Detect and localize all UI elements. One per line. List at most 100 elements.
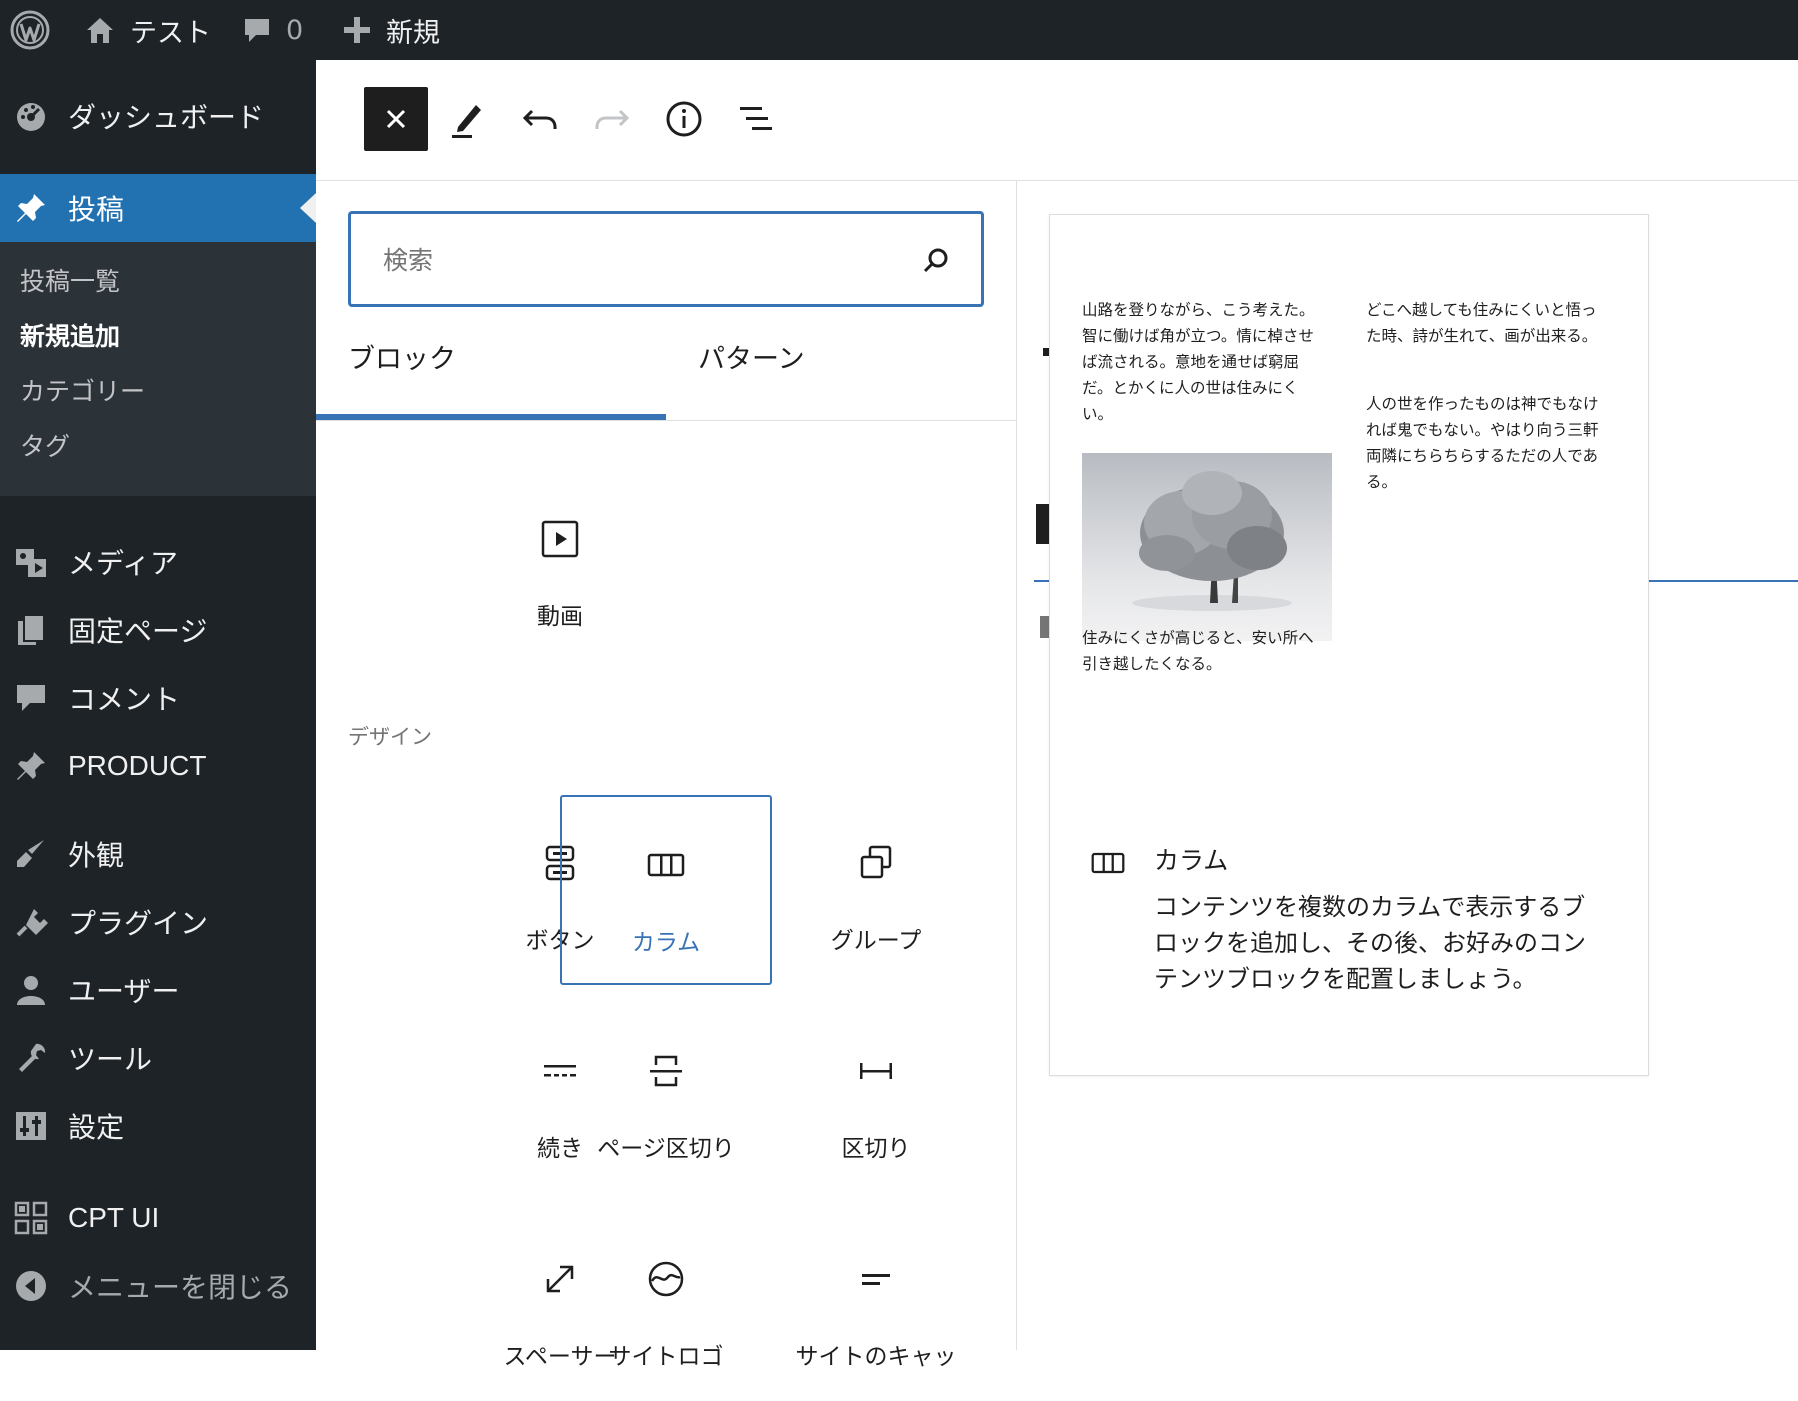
media-icon (16, 549, 46, 577)
block-item-label: 区切り (841, 1136, 911, 1162)
block-item-label: サイトロゴ (608, 1344, 724, 1370)
tools-button[interactable] (436, 87, 500, 151)
pencil-icon (452, 105, 481, 138)
sidebar-item-label: コメント (68, 683, 181, 716)
submenu-all-posts[interactable]: 投稿一覧 (20, 262, 120, 298)
posts-submenu: 投稿一覧 新規追加 カテゴリー タグ (0, 242, 316, 496)
sidebar-item-comments[interactable]: コメント (0, 664, 316, 732)
sidebar-item-product[interactable]: PRODUCT (0, 732, 316, 800)
sidebar-item-dashboard[interactable]: ダッシュボード (0, 82, 316, 150)
block-inserter-panel: ブロック パターン 動画 デザイン ボタン カラム グ (316, 181, 1017, 1370)
block-description-title: カラム (1154, 846, 1229, 875)
comment-icon (245, 19, 269, 42)
admin-sidebar: ダッシュボード 投稿 投稿一覧 新規追加 カテゴリー タグ メディア 固定ページ (0, 60, 316, 1350)
sidebar-item-plugins[interactable]: プラグイン (0, 888, 316, 956)
admin-bar: テスト 0 新規 (0, 0, 1798, 60)
sidebar-item-pages[interactable]: 固定ページ (0, 596, 316, 664)
sidebar-item-posts[interactable]: 投稿 (0, 174, 316, 242)
block-preview-card: 山路を登りながら、こう考えた。智に働けば角が立つ。情に棹させば流される。意地を通… (1049, 214, 1649, 1076)
sidebar-item-media[interactable]: メディア (0, 528, 316, 596)
sidebar-item-label: プラグイン (68, 907, 209, 940)
preview-column1-paragraph2: 住みにくさが高じると、安い所へ引き越したくなる。 (1082, 629, 1314, 673)
site-name-link[interactable]: テスト (84, 0, 211, 60)
redo-button[interactable] (580, 87, 644, 151)
block-search-input[interactable] (381, 232, 905, 288)
editor-fragment (1034, 580, 1049, 582)
dashboard-icon (17, 103, 45, 131)
home-icon (87, 18, 113, 43)
wordpress-icon (10, 10, 50, 50)
redo-icon (595, 109, 630, 129)
list-view-icon (740, 107, 772, 130)
tab-patterns[interactable]: パターン (698, 311, 805, 401)
comment-icon (17, 685, 45, 711)
new-content-label: 新規 (386, 17, 440, 49)
block-item-label: サイトのキャッ (795, 1344, 957, 1370)
list-view-button[interactable] (724, 87, 788, 151)
group-icon (860, 845, 892, 879)
comments-link[interactable]: 0 (242, 0, 303, 60)
block-item-site-tagline[interactable]: サイトのキャッ (770, 1211, 982, 1401)
editor-fragment (1036, 504, 1049, 544)
columns-icon (1091, 852, 1125, 874)
plugin-icon (16, 909, 48, 937)
editor-fragment (1649, 580, 1798, 582)
page-break-icon (650, 1055, 682, 1087)
sidebar-item-appearance[interactable]: 外観 (0, 820, 316, 888)
details-button[interactable] (652, 87, 716, 151)
info-icon (666, 101, 702, 137)
collapse-menu-button[interactable]: メニューを閉じる (0, 1252, 316, 1320)
block-item-group[interactable]: グループ (770, 795, 982, 985)
block-item-columns[interactable]: カラム (560, 795, 772, 985)
columns-icon (647, 853, 685, 877)
block-item-page-break[interactable]: ページ区切り (560, 1003, 772, 1193)
plus-icon (344, 17, 370, 43)
sidebar-item-cpt-ui[interactable]: CPT UI (0, 1184, 316, 1252)
sidebar-item-label: CPT UI (68, 1202, 160, 1233)
sidebar-item-label: ダッシュボード (68, 101, 265, 134)
close-inserter-button[interactable] (364, 87, 428, 151)
sidebar-item-label: ユーザー (68, 975, 180, 1008)
block-item-video[interactable]: 動画 (454, 471, 666, 661)
settings-sliders-icon (16, 1112, 46, 1140)
sidebar-item-settings[interactable]: 設定 (0, 1092, 316, 1160)
submenu-add-new[interactable]: 新規追加 (20, 317, 120, 353)
block-item-label: カラム (631, 930, 701, 956)
sidebar-item-tools[interactable]: ツール (0, 1024, 316, 1092)
sidebar-item-label: 外観 (68, 839, 125, 872)
block-description-text: コンテンツを複数のカラムで表示するブロックを追加し、その後、お好みのコンテンツブ… (1154, 893, 1586, 993)
tab-blocks[interactable]: ブロック (348, 311, 456, 401)
sidebar-item-users[interactable]: ユーザー (0, 956, 316, 1024)
site-name: テスト (130, 17, 211, 49)
wrench-icon (19, 1043, 46, 1072)
grid-icon (14, 1201, 48, 1235)
user-icon (17, 976, 45, 1005)
search-icon (923, 248, 948, 273)
sidebar-item-label: メニューを閉じる (68, 1271, 293, 1304)
comments-count: 0 (286, 14, 304, 46)
current-arrow-icon (300, 193, 316, 223)
submenu-categories[interactable]: カテゴリー (20, 372, 145, 408)
sidebar-item-label: PRODUCT (68, 750, 207, 781)
undo-button[interactable] (508, 87, 572, 151)
submenu-tags[interactable]: タグ (20, 427, 70, 463)
pin-icon (17, 752, 45, 780)
paintbrush-icon (17, 840, 44, 867)
pin-icon (17, 194, 45, 222)
block-item-label: グループ (830, 928, 922, 954)
sidebar-item-label: ツール (68, 1043, 153, 1076)
preview-column2-paragraph2: 人の世を作ったものは神でもなければ鬼でもない。やはり向う三軒両隣にちらちらするた… (1366, 395, 1599, 491)
sidebar-item-label: 設定 (68, 1111, 125, 1144)
wordpress-logo-button[interactable] (10, 0, 50, 60)
snowy-tree-image (1082, 453, 1332, 641)
collapse-arrow-icon (16, 1271, 46, 1301)
tab-divider (316, 420, 1016, 421)
block-item-site-logo[interactable]: サイトロゴ (560, 1211, 772, 1401)
block-item-separator[interactable]: 区切り (770, 1003, 982, 1193)
sidebar-item-label: 投稿 (68, 193, 125, 226)
sidebar-item-label: メディア (68, 547, 179, 580)
new-content-link[interactable]: 新規 (342, 0, 440, 60)
close-icon (386, 109, 406, 129)
editor-fragment (1040, 616, 1049, 638)
block-search-box[interactable] (348, 211, 984, 307)
